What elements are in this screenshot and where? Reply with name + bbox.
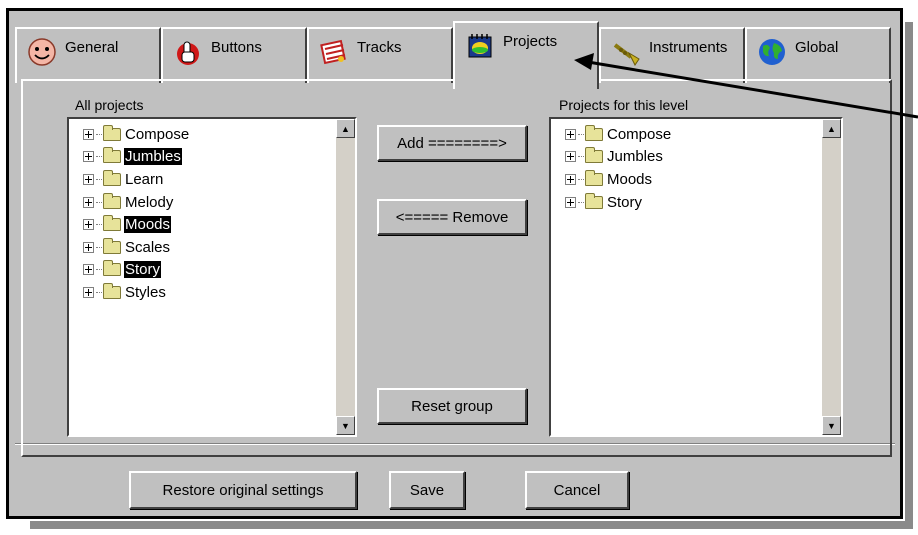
callout-arrow — [574, 53, 918, 119]
